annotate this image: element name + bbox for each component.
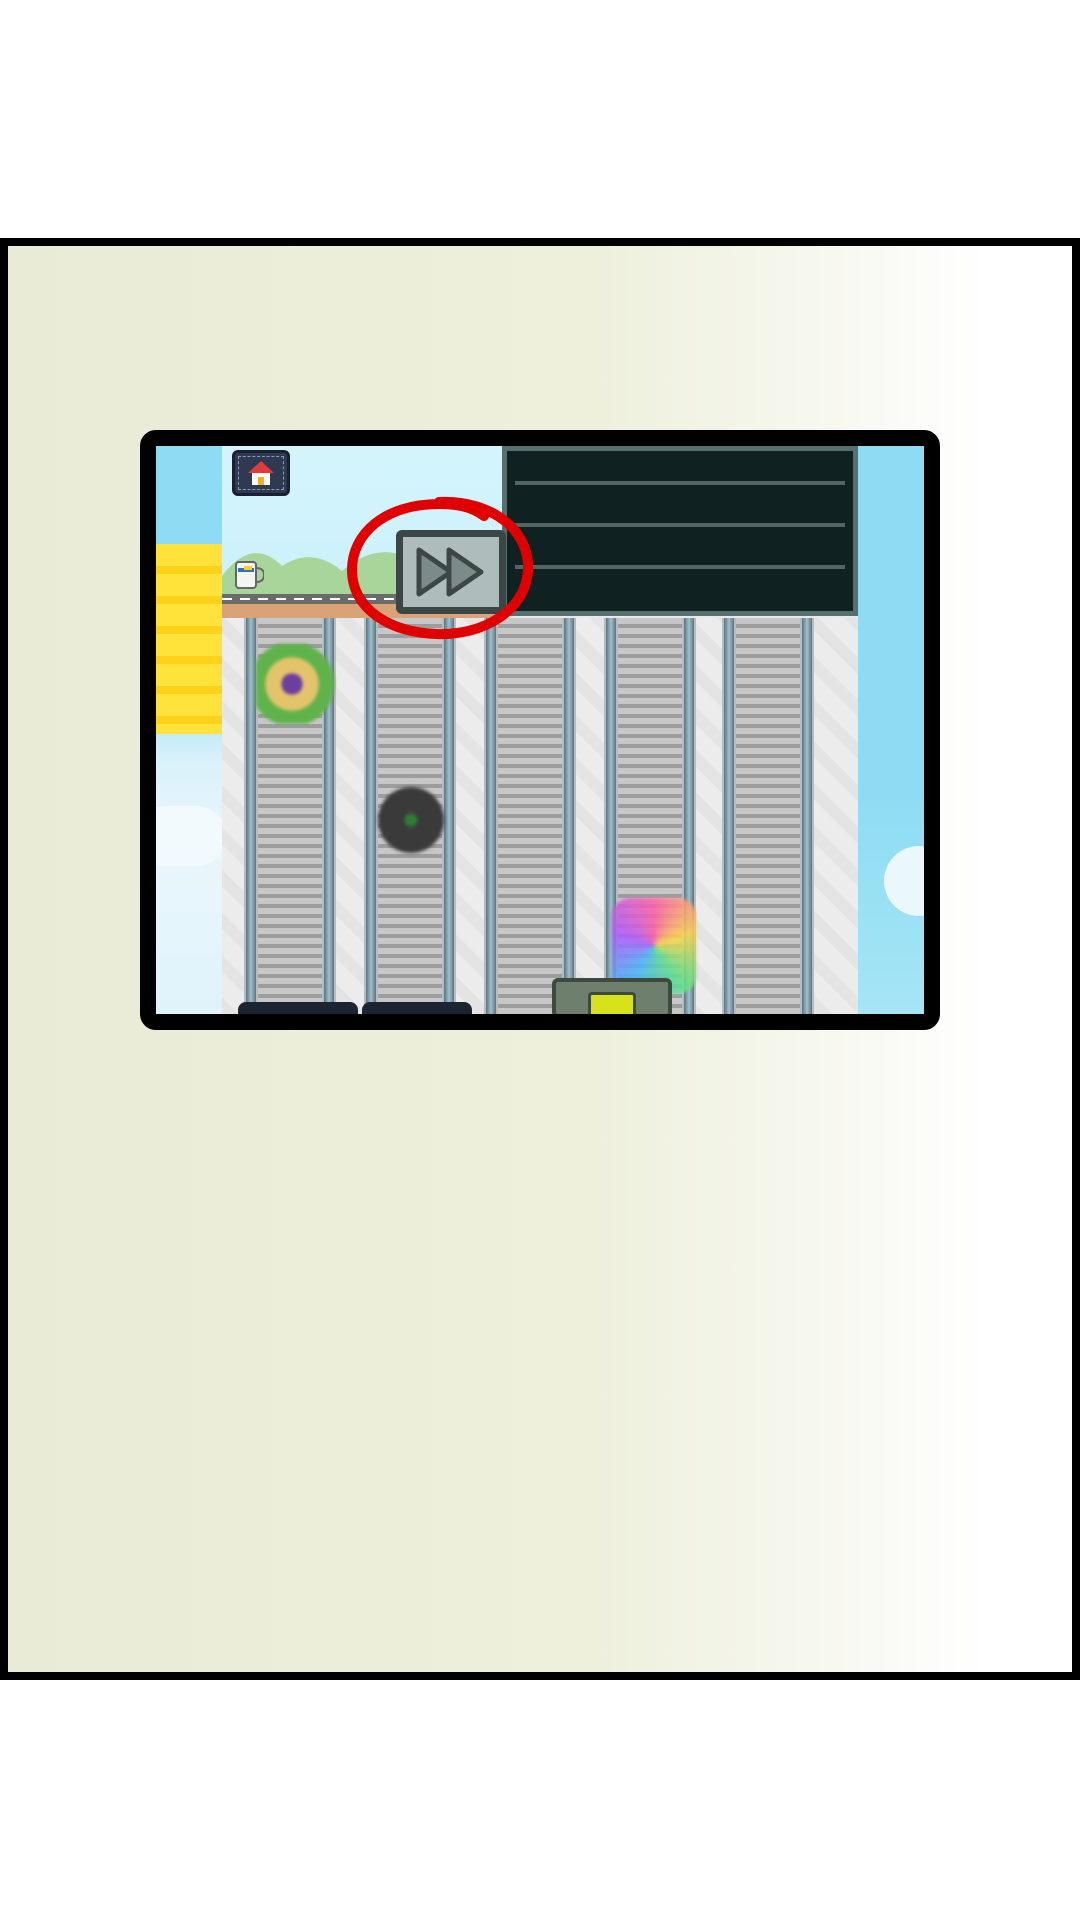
bottom-tab[interactable] <box>362 1002 472 1014</box>
plant-box-item[interactable] <box>256 644 336 724</box>
dark-gift-item[interactable] <box>376 780 446 860</box>
conveyor-lane <box>722 618 814 1014</box>
display-board <box>502 446 858 616</box>
page <box>0 0 1080 1920</box>
game-screen[interactable] <box>140 430 940 1030</box>
mug-icon <box>235 561 264 589</box>
board-line <box>515 565 845 569</box>
fast-forward-button[interactable] <box>396 530 506 614</box>
left-sky-strip <box>156 446 226 1014</box>
bottom-panel[interactable] <box>552 978 672 1014</box>
rail <box>802 618 812 1014</box>
rail <box>366 618 376 1014</box>
belt <box>736 618 800 1014</box>
rail <box>246 618 256 1014</box>
cloud <box>156 806 226 866</box>
house-icon <box>248 461 274 485</box>
rail <box>564 618 574 1014</box>
game-viewport <box>156 446 924 1014</box>
rail <box>724 618 734 1014</box>
board-line <box>515 481 845 485</box>
conveyor-lane <box>484 618 576 1014</box>
fast-forward-icon <box>416 547 484 597</box>
board-line <box>515 523 845 527</box>
play-area <box>222 446 858 1014</box>
rail <box>486 618 496 1014</box>
bottom-tab[interactable] <box>238 1002 358 1014</box>
panel-icon <box>588 992 636 1014</box>
home-button[interactable] <box>232 450 290 496</box>
yellow-sign <box>156 544 222 734</box>
right-sky-strip <box>858 446 924 1014</box>
belt <box>498 618 562 1014</box>
